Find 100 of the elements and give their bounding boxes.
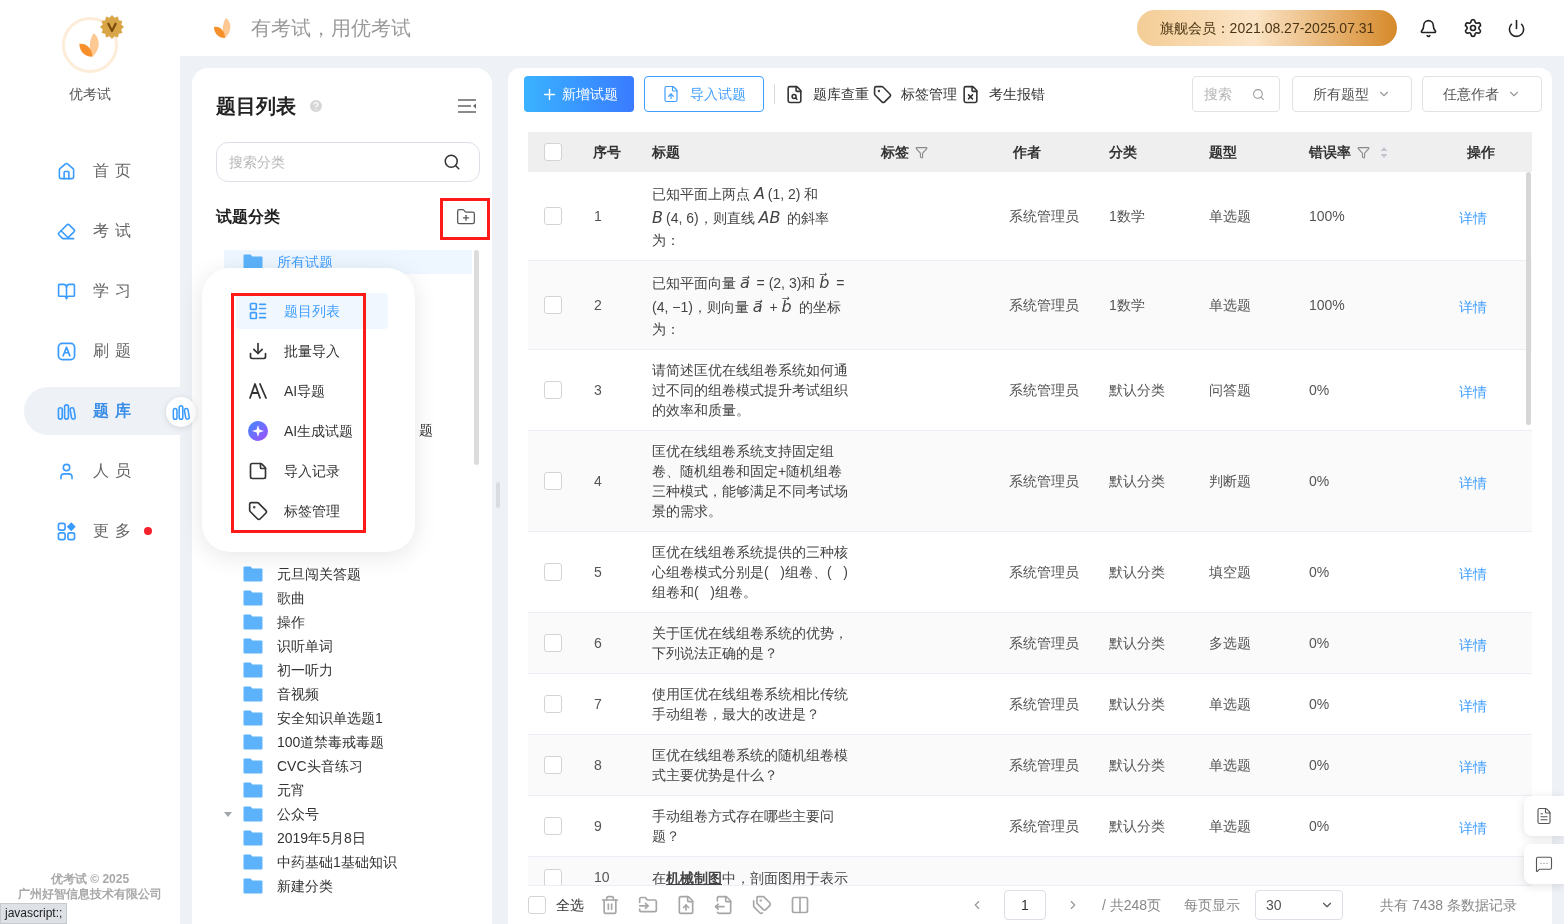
checkbox[interactable]: [544, 634, 562, 652]
checkbox[interactable]: [544, 817, 562, 835]
folder-icon: [243, 710, 263, 726]
popup-menu-item[interactable]: 标签管理: [236, 493, 388, 529]
question-title: 已知平面向量 a⃗ = (2, 3)和 b⃗ = (4, −1)，则向量 a⃗ + b⃗ 的坐标为：: [652, 271, 846, 339]
tree-item[interactable]: 公众号: [224, 802, 472, 826]
table-cell: 默认分类: [1109, 756, 1165, 773]
folder-icon: [243, 878, 263, 894]
table-cell: 单选题: [1209, 296, 1251, 313]
checkbox[interactable]: [544, 381, 562, 399]
filter-select[interactable]: 所有题型: [1292, 76, 1412, 112]
table-cell: 系统管理员: [1009, 207, 1079, 224]
search-icon: [443, 153, 461, 171]
leaf-logo-icon: [213, 17, 233, 39]
nav-item[interactable]: 更多: [24, 507, 180, 555]
file-upload-icon[interactable]: [676, 895, 696, 915]
sort-icon[interactable]: [1380, 145, 1388, 159]
record-count: 共有 7438 条数据记录: [1380, 895, 1517, 915]
tree-item[interactable]: 中药基础1基础知识: [224, 850, 472, 874]
user-icon: [57, 461, 76, 481]
tags-icon[interactable]: [752, 895, 772, 915]
folder-arrow-icon[interactable]: [638, 895, 658, 915]
chat-button[interactable]: [1524, 844, 1564, 884]
table-cell: 系统管理员: [1009, 563, 1079, 580]
tree-item[interactable]: 新建分类: [224, 874, 472, 898]
tree-item[interactable]: 元旦闯关答题: [224, 562, 472, 586]
popup-menu-item[interactable]: AI导题: [236, 373, 388, 409]
folder-icon: [243, 806, 263, 822]
scrollbar-thumb[interactable]: [1526, 172, 1531, 425]
trash-icon[interactable]: [600, 895, 620, 915]
filter-select[interactable]: 任意作者: [1422, 76, 1542, 112]
table-cell: 6: [594, 634, 602, 651]
page-size-label: 每页显示: [1184, 895, 1241, 915]
tree-item[interactable]: 元宵: [224, 778, 472, 802]
file-export-icon[interactable]: [714, 895, 734, 915]
angled-strokes-icon: [248, 381, 268, 401]
table-cell: 100%: [1309, 296, 1345, 313]
nav-item[interactable]: 人员: [24, 447, 180, 495]
checkbox[interactable]: [544, 695, 562, 713]
caret-icon[interactable]: [224, 811, 232, 817]
bell-icon[interactable]: [1419, 18, 1438, 38]
table-cell: 默认分类: [1109, 381, 1165, 398]
notes-button[interactable]: [1524, 796, 1564, 836]
checkbox[interactable]: [544, 207, 562, 225]
scrollbar-thumb[interactable]: [474, 250, 479, 465]
nav-item[interactable]: 考试: [24, 207, 180, 255]
tree-item[interactable]: 音视频: [224, 682, 472, 706]
tree-item[interactable]: 歌曲: [224, 586, 472, 610]
book-icon: [57, 281, 76, 301]
checkbox[interactable]: [528, 896, 546, 914]
select-all-label[interactable]: 全选: [556, 894, 584, 916]
page-input[interactable]: 1: [1003, 890, 1046, 920]
folder-add-icon[interactable]: [456, 207, 476, 227]
table-cell: 默认分类: [1109, 472, 1165, 489]
menu-icon[interactable]: [458, 99, 476, 113]
tree-item[interactable]: 操作: [224, 610, 472, 634]
tag-icon: [873, 84, 892, 104]
table-cell: 系统管理员: [1009, 381, 1079, 398]
popup-menu-item[interactable]: 批量导入: [236, 333, 388, 369]
file-search-icon: [785, 84, 804, 104]
checkbox[interactable]: [544, 296, 562, 314]
folder-icon: [243, 638, 263, 654]
columns-icon[interactable]: [790, 895, 810, 915]
toolbar-link[interactable]: 考生报错: [961, 83, 1045, 105]
popup-menu-item[interactable]: AI生成试题: [236, 413, 388, 449]
page-size-select[interactable]: 30: [1255, 890, 1344, 920]
checkbox[interactable]: [544, 143, 562, 161]
checkbox[interactable]: [544, 756, 562, 774]
power-icon[interactable]: [1507, 18, 1526, 38]
tree-item[interactable]: 2019年5月8日: [224, 826, 472, 850]
filter-icon[interactable]: [1357, 145, 1370, 159]
tree-item[interactable]: CVC头音练习: [224, 754, 472, 778]
tree-item[interactable]: 初一听力: [224, 658, 472, 682]
table-cell: 10: [594, 869, 610, 885]
toolbar-link[interactable]: 标签管理: [873, 83, 957, 105]
folder-icon: [243, 590, 263, 606]
nav-item[interactable]: 首页: [24, 147, 180, 195]
column-header: 分类: [1109, 142, 1137, 162]
nav-item[interactable]: 学习: [24, 267, 180, 315]
table-cell: 系统管理员: [1009, 695, 1079, 712]
filter-icon[interactable]: [915, 145, 928, 159]
apps-icon: [57, 521, 76, 541]
nav-item[interactable]: 刷题: [24, 327, 180, 375]
checkbox[interactable]: [544, 563, 562, 581]
settings-icon[interactable]: [1463, 18, 1483, 38]
column-header: 作者: [1013, 142, 1041, 162]
table-cell: 8: [594, 756, 602, 773]
checkbox[interactable]: [544, 472, 562, 490]
tree-item[interactable]: 100道禁毒戒毒题: [224, 730, 472, 754]
tree-item[interactable]: 识听单词: [224, 634, 472, 658]
section-title: 试题分类: [216, 207, 280, 227]
column-header: 错误率: [1309, 142, 1351, 162]
popup-menu-item[interactable]: 导入记录: [236, 453, 388, 489]
table-cell: 7: [594, 695, 602, 712]
table-cell: 0%: [1309, 563, 1330, 580]
checkbox[interactable]: [544, 868, 562, 885]
toolbar-link[interactable]: 题库查重: [785, 83, 869, 105]
tree-item[interactable]: 安全知识单选题1: [224, 706, 472, 730]
slogan: 有考试，用优考试: [251, 16, 411, 41]
help-icon[interactable]: [308, 98, 324, 114]
